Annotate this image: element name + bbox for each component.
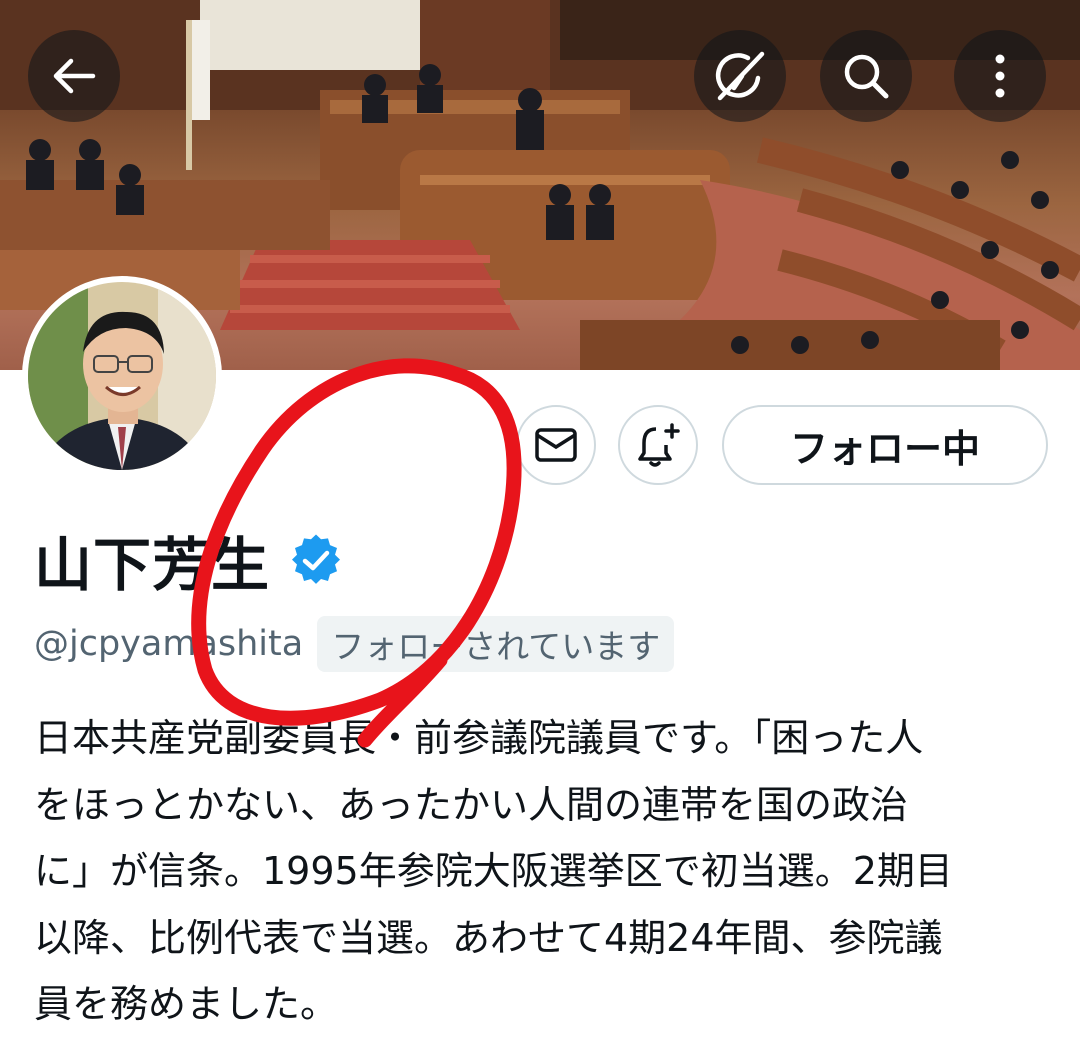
notifications-button[interactable]: [618, 405, 698, 485]
bell-plus-icon: [638, 423, 680, 467]
grok-button[interactable]: [694, 30, 786, 122]
search-icon: [844, 54, 889, 99]
name-row: 山下芳生: [34, 522, 342, 599]
bio: 日本共産党副委員長・前参議院議員です。「困った人 をほっとかない、あったかい人間…: [34, 705, 1044, 1038]
display-name: 山下芳生: [34, 531, 271, 599]
bio-line: をほっとかない、あったかい人間の連帯を国の政治: [34, 782, 909, 827]
avatar[interactable]: [22, 276, 222, 476]
bio-line: 以降、比例代表で当選。あわせて4期24年間、参院議: [34, 915, 943, 960]
bio-line: 日本共産党副委員長・前参議院議員です。「困った人: [34, 716, 924, 760]
arrow-left-icon: [53, 58, 96, 94]
message-button[interactable]: [516, 405, 596, 485]
handle-row: @jcpyamashita フォローされています: [34, 616, 675, 672]
back-button[interactable]: [28, 30, 120, 122]
search-button[interactable]: [820, 30, 912, 122]
more-button[interactable]: [954, 30, 1046, 122]
envelope-icon: [535, 428, 577, 462]
more-vertical-icon: [995, 54, 1005, 98]
avatar-photo: [28, 282, 216, 470]
bio-line: に」が信条。1995年参院大阪選挙区で初当選。2期目: [34, 849, 953, 893]
handle: @jcpyamashita: [34, 624, 304, 664]
verified-badge-icon[interactable]: [290, 534, 342, 586]
follows-you-badge: フォローされています: [317, 616, 675, 672]
grok-icon: [715, 51, 765, 101]
bio-line: 員を務めました。: [34, 982, 339, 1026]
following-button[interactable]: フォロー中: [722, 405, 1048, 485]
